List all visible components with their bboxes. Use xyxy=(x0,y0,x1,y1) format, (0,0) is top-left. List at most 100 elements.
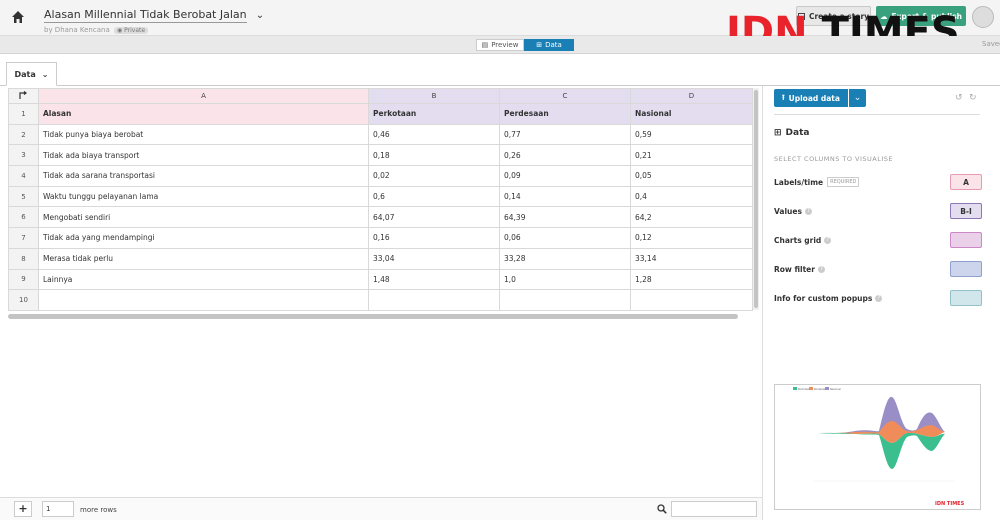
table-cell[interactable]: Nasional xyxy=(630,103,753,125)
table-row: 9 Lainnya 1,48 1,0 1,28 xyxy=(8,268,753,291)
visualisation-title[interactable]: Alasan Millennial Tidak Berobat Jalan xyxy=(44,8,247,23)
table-cell[interactable]: 0,18 xyxy=(368,144,500,167)
data-toggle[interactable]: ⊞ Data xyxy=(524,39,574,51)
table-cell[interactable]: Perdesaan xyxy=(499,103,631,125)
search-icon[interactable] xyxy=(657,504,667,514)
column-header-a[interactable]: A xyxy=(38,88,369,104)
table-cell[interactable]: 1,48 xyxy=(368,268,500,291)
table-cell[interactable]: Alasan xyxy=(38,103,369,125)
table-row: 6 Mengobati sendiri 64,07 64,39 64,2 xyxy=(8,206,753,229)
upload-data-button[interactable]: ⭱ Upload data xyxy=(774,89,848,107)
data-heading-label: Data xyxy=(785,128,810,138)
column-chip-values[interactable]: B-I xyxy=(950,203,982,219)
vertical-scrollbar-thumb[interactable] xyxy=(754,90,758,308)
column-chip-labels[interactable]: A xyxy=(950,174,982,190)
help-icon[interactable]: ? xyxy=(804,207,812,215)
table-cell[interactable]: 0,46 xyxy=(368,123,500,146)
add-rows-button[interactable]: + xyxy=(14,501,32,517)
row-number[interactable]: 7 xyxy=(8,227,39,249)
table-cell[interactable]: 1,0 xyxy=(499,268,631,291)
preview-toggle[interactable]: ▤ Preview xyxy=(476,39,524,51)
table-cell[interactable]: 64,39 xyxy=(499,206,631,229)
saved-status: Saved xyxy=(982,40,1000,48)
chevron-down-icon[interactable]: ⌄ xyxy=(256,10,264,21)
binding-label: Values xyxy=(774,206,802,216)
row-number[interactable]: 8 xyxy=(8,247,39,270)
table-cell[interactable]: Tidak punya biaya berobat xyxy=(38,123,369,146)
row-number[interactable]: 9 xyxy=(8,268,39,291)
thumbnail-logo: IDN TIMES xyxy=(935,501,965,507)
table-cell[interactable]: 0,16 xyxy=(368,227,500,249)
streamgraph-preview: Perkotaan Perdesaan Nasional IDN TIMES xyxy=(793,387,965,507)
table-cell[interactable]: 0,02 xyxy=(368,165,500,187)
undo-icon[interactable]: ↺ xyxy=(955,93,963,103)
legend-label: Nasional xyxy=(830,387,841,391)
column-chip-custom-popups[interactable] xyxy=(950,290,982,306)
row-number[interactable]: 1 xyxy=(8,103,39,125)
chart-icon: ▤ xyxy=(481,41,489,49)
table-cell[interactable]: Merasa tidak perlu xyxy=(38,247,369,270)
table-cell[interactable]: 0,59 xyxy=(630,123,753,146)
column-header-c[interactable]: C xyxy=(499,88,631,104)
row-number[interactable]: 5 xyxy=(8,185,39,208)
horizontal-scrollbar[interactable] xyxy=(8,314,738,319)
table-cell[interactable]: 0,6 xyxy=(368,185,500,208)
row-number[interactable]: 6 xyxy=(8,206,39,229)
table-cell[interactable]: 0,21 xyxy=(630,144,753,167)
upload-options-button[interactable]: ⌄ xyxy=(849,89,866,107)
row-number[interactable]: 4 xyxy=(8,165,39,187)
table-cell[interactable]: 0,77 xyxy=(499,123,631,146)
table-cell[interactable]: 0,4 xyxy=(630,185,753,208)
chevron-down-icon[interactable]: ⌄ xyxy=(42,70,49,79)
table-cell[interactable]: 64,07 xyxy=(368,206,500,229)
legend-swatch xyxy=(809,387,813,390)
table-cell[interactable]: 0,12 xyxy=(630,227,753,249)
table-cell[interactable]: 0,05 xyxy=(630,165,753,187)
table-cell[interactable]: Tidak ada yang mendampingi xyxy=(38,227,369,249)
table-cell[interactable]: Lainnya xyxy=(38,268,369,291)
rows-count-input[interactable]: 1 xyxy=(42,501,74,517)
help-icon[interactable]: ? xyxy=(875,294,883,302)
table-row: 5 Waktu tunggu pelayanan lama 0,6 0,14 0… xyxy=(8,185,753,208)
table-row: 3 Tidak ada biaya transport 0,18 0,26 0,… xyxy=(8,144,753,167)
table-cell[interactable] xyxy=(630,289,753,311)
column-header-d[interactable]: D xyxy=(630,88,753,104)
table-cell[interactable]: Tidak ada biaya transport xyxy=(38,144,369,167)
row-number[interactable]: 2 xyxy=(8,123,39,146)
table-cell[interactable]: Tidak ada sarana transportasi xyxy=(38,165,369,187)
data-label: Data xyxy=(545,41,562,49)
transpose-icon[interactable] xyxy=(19,90,28,100)
table-cell[interactable]: Perkotaan xyxy=(368,103,500,125)
help-icon[interactable]: ? xyxy=(817,265,825,273)
table-cell[interactable]: 0,06 xyxy=(499,227,631,249)
table-cell[interactable]: 0,14 xyxy=(499,185,631,208)
row-number[interactable]: 3 xyxy=(8,144,39,167)
search-input[interactable] xyxy=(671,501,757,517)
view-toggle: ▤ Preview ⊞ Data xyxy=(476,39,574,51)
legend-label: Perkotaan xyxy=(798,387,811,391)
table-cell[interactable]: 0,09 xyxy=(499,165,631,187)
grid-corner[interactable] xyxy=(8,88,39,104)
column-chip-charts-grid[interactable] xyxy=(950,232,982,248)
chart-preview-thumbnail[interactable]: Perkotaan Perdesaan Nasional IDN TIMES xyxy=(774,384,981,510)
table-cell[interactable]: 33,14 xyxy=(630,247,753,270)
table-cell[interactable]: 1,28 xyxy=(630,268,753,291)
table-cell[interactable]: 33,28 xyxy=(499,247,631,270)
help-icon[interactable]: ? xyxy=(824,236,832,244)
tab-data[interactable]: Data ⌄ xyxy=(6,62,57,86)
table-cell[interactable] xyxy=(38,289,369,311)
binding-label: Info for custom popups xyxy=(774,293,873,303)
table-cell[interactable]: Waktu tunggu pelayanan lama xyxy=(38,185,369,208)
table-cell[interactable]: 33,04 xyxy=(368,247,500,270)
table-cell[interactable]: Mengobati sendiri xyxy=(38,206,369,229)
table-cell[interactable] xyxy=(499,289,631,311)
home-icon[interactable] xyxy=(10,9,26,25)
table-cell[interactable] xyxy=(368,289,500,311)
column-header-b[interactable]: B xyxy=(368,88,500,104)
column-chip-row-filter[interactable] xyxy=(950,261,982,277)
table-cell[interactable]: 64,2 xyxy=(630,206,753,229)
row-number[interactable]: 10 xyxy=(8,289,39,311)
redo-icon[interactable]: ↻ xyxy=(969,93,977,103)
table-cell[interactable]: 0,26 xyxy=(499,144,631,167)
user-avatar[interactable] xyxy=(972,6,994,28)
